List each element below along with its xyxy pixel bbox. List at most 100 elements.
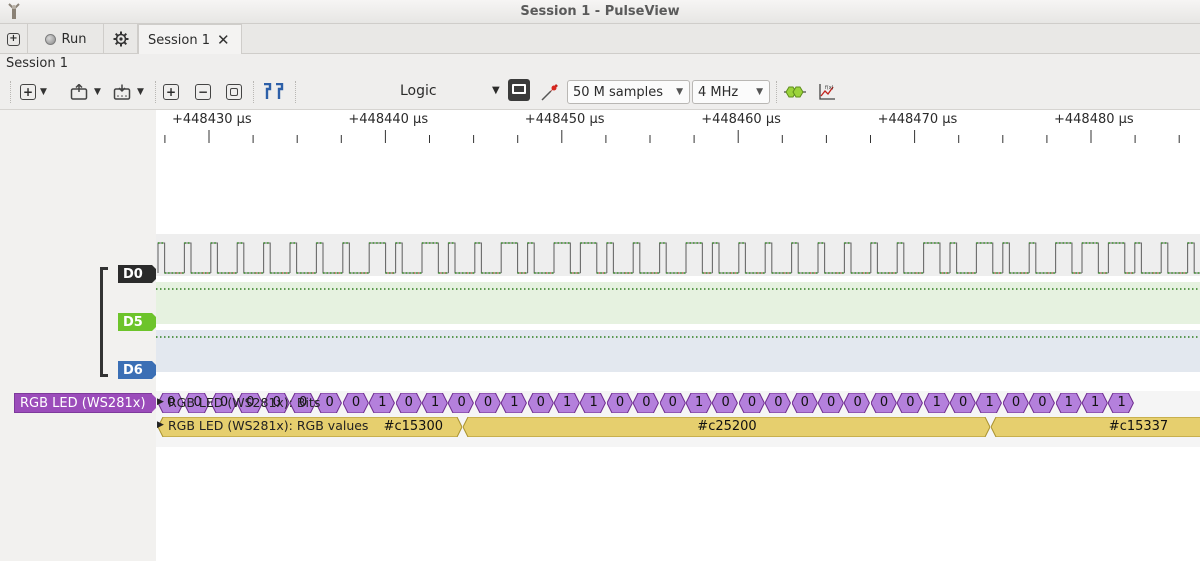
expand-arrow-icon[interactable]: ▶ — [157, 397, 164, 407]
settings-button[interactable] — [104, 24, 138, 54]
device-selector[interactable]: Logic — [400, 83, 437, 99]
channel-tag-d6[interactable]: D6 — [118, 361, 161, 379]
decoder-bit[interactable]: 0 — [606, 393, 633, 413]
decoder-bit-value: 0 — [325, 395, 334, 410]
new-session-button[interactable]: + — [0, 24, 28, 54]
decoder-bit-value: 0 — [800, 395, 809, 410]
decoder-bit[interactable]: 0 — [316, 393, 343, 413]
cursor-button[interactable] — [262, 82, 284, 102]
channel-name: D6 — [123, 362, 143, 378]
decoder-bit-value: 0 — [457, 395, 466, 410]
decoder-bit[interactable]: 0 — [712, 393, 739, 413]
trace-view[interactable]: 0000000010100101100010000000010100111 #c… — [156, 144, 1200, 561]
time-ruler[interactable]: +448430 µs +448440 µs +448450 µs +448460 µs… — [156, 110, 1200, 144]
title-bar: Session 1 - PulseView — [0, 0, 1200, 24]
sample-count-select[interactable]: 50 M samples ▼ — [567, 80, 690, 104]
decoder-name: RGB LED (WS281x) — [20, 395, 146, 411]
probe-icon — [541, 84, 558, 101]
decoder-bit-value: 1 — [431, 395, 440, 410]
decoder-bit-value: 0 — [721, 395, 730, 410]
monitor-icon — [508, 79, 530, 101]
rgb-value-segment[interactable]: #c25200 — [463, 417, 991, 437]
add-decoder-button[interactable] — [784, 82, 806, 102]
decoder-tag[interactable]: RGB LED (WS281x) — [14, 393, 161, 413]
channel-tag-d5[interactable]: D5 — [118, 313, 161, 331]
decoder-bit[interactable]: 0 — [738, 393, 765, 413]
decoder-bit[interactable]: 0 — [342, 393, 369, 413]
decoder-bit-value: 1 — [695, 395, 704, 410]
math-channel-button[interactable]: f(x) — [818, 82, 836, 102]
open-file-icon — [70, 84, 88, 100]
chevron-down-icon: ▼ — [40, 87, 47, 97]
zoom-fit-button[interactable] — [226, 82, 242, 102]
decoder-bit-value: 0 — [1011, 395, 1021, 410]
decoder-bit[interactable]: 0 — [474, 393, 501, 413]
decoder-bit[interactable]: 0 — [765, 393, 792, 413]
add-menu-button[interactable]: + ▼ — [20, 82, 47, 102]
decoder-bit[interactable]: 0 — [1029, 393, 1056, 413]
samplerate-select[interactable]: 4 MHz ▼ — [692, 80, 770, 104]
ruler-ticks — [164, 130, 1180, 143]
decoder-bit[interactable]: 0 — [950, 393, 976, 413]
open-menu-button[interactable]: ▼ — [70, 82, 101, 102]
pulseview-window: Session 1 - PulseView + Run Session 1 ✕ … — [0, 0, 1200, 561]
device-config-button[interactable] — [508, 79, 530, 101]
save-menu-button[interactable]: ▼ — [113, 82, 144, 102]
decoder-bit[interactable]: 1 — [580, 393, 607, 413]
decoder-bit[interactable]: 1 — [923, 393, 950, 413]
decoder-bit[interactable]: 0 — [448, 393, 475, 413]
decoder-bit-value: 0 — [351, 395, 361, 410]
run-button[interactable]: Run — [28, 24, 104, 54]
session-label: Session 1 — [6, 56, 69, 71]
tab-session-1[interactable]: Session 1 ✕ — [138, 24, 242, 55]
decoder-bit[interactable]: 0 — [897, 393, 924, 413]
session-bar: Session 1 — [0, 54, 1200, 74]
decoder-bit[interactable]: 0 — [527, 393, 554, 413]
decoder-bit-value: 1 — [563, 395, 572, 410]
toolbar-separator — [253, 81, 254, 103]
decoder-bit[interactable]: 1 — [369, 393, 396, 413]
close-icon[interactable]: ✕ — [217, 31, 230, 49]
decoder-bit[interactable]: 0 — [395, 393, 422, 413]
d0-sample-dots — [158, 242, 1200, 274]
channel-name: D5 — [123, 314, 143, 330]
zoom-in-button[interactable]: + — [163, 82, 179, 102]
channel-group-bracket[interactable] — [100, 267, 108, 377]
decoder-bit[interactable]: 0 — [844, 393, 871, 413]
decoder-icon — [784, 86, 806, 98]
run-label: Run — [61, 31, 87, 47]
decoder-bit-value: 0 — [774, 395, 783, 410]
add-icon: + — [20, 84, 36, 100]
expand-arrow-icon[interactable]: ▶ — [157, 420, 164, 430]
trace-d0-waveform — [157, 242, 1200, 274]
decoder-bit[interactable]: 1 — [686, 393, 712, 413]
decoder-bit[interactable]: 0 — [633, 393, 660, 413]
rgb-row-label: RGB LED (WS281x): RGB values — [168, 418, 369, 433]
probe-button[interactable] — [540, 82, 560, 102]
decoder-bit[interactable]: 0 — [1002, 393, 1029, 413]
chevron-down-icon[interactable]: ▼ — [492, 85, 500, 96]
gear-icon — [113, 31, 128, 47]
decoder-bit-value: 1 — [378, 395, 387, 410]
decoder-bit[interactable]: 1 — [501, 393, 528, 413]
math-graph-icon: f(x) — [819, 84, 835, 100]
decoder-bit[interactable]: 0 — [818, 393, 844, 413]
decoder-bit[interactable]: 0 — [659, 393, 686, 413]
tab-label: Session 1 — [148, 32, 211, 48]
decoder-bit-value: 0 — [747, 395, 757, 410]
decoder-bit[interactable]: 0 — [870, 393, 897, 413]
zoom-out-button[interactable]: − — [195, 82, 211, 102]
decoder-bit[interactable]: 0 — [791, 393, 818, 413]
decoder-bit-value: 0 — [1038, 395, 1047, 410]
decoder-bit[interactable]: 1 — [1082, 393, 1108, 413]
decoder-bit[interactable]: 1 — [422, 393, 448, 413]
decoder-bit-value: 0 — [404, 395, 413, 410]
decoder-bit-value: 1 — [985, 395, 994, 410]
rgb-value-segment[interactable]: #c15337 — [991, 417, 1200, 437]
channel-tag-d0[interactable]: D0 — [118, 265, 161, 283]
rgb-value-text: #c25200 — [697, 419, 757, 434]
decoder-bit[interactable]: 1 — [1055, 393, 1082, 413]
decoder-bit[interactable]: 1 — [1108, 393, 1135, 413]
decoder-bit[interactable]: 1 — [554, 393, 580, 413]
decoder-bit[interactable]: 1 — [976, 393, 1003, 413]
